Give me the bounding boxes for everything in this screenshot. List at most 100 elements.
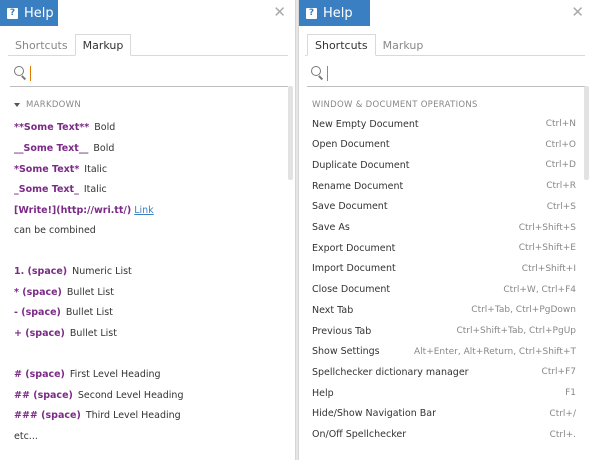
markup-syntax: [Write!](http://wri.tt/) — [14, 205, 132, 216]
search-underline — [10, 86, 288, 87]
shortcut-key: Ctrl+/ — [549, 408, 576, 419]
markup-syntax: _Some Text_ — [14, 184, 79, 195]
shortcut-key: Alt+Enter, Alt+Return, Ctrl+Shift+T — [414, 346, 576, 357]
markup-row: ### (space) Third Level Heading — [14, 410, 181, 421]
tab-shortcuts[interactable]: Shortcuts — [8, 34, 75, 56]
markup-syntax: *Some Text* — [14, 164, 80, 175]
markup-note: can be combined — [14, 225, 96, 236]
shortcut-row[interactable]: Save Document Ctrl+S — [312, 200, 576, 214]
shortcut-row[interactable]: Spellchecker dictionary manager Ctrl+F7 — [312, 365, 576, 379]
section-header-markdown[interactable]: MARKDOWN — [14, 100, 81, 110]
markup-syntax: - (space) — [14, 307, 61, 318]
markup-row: * (space) Bullet List — [14, 287, 114, 298]
shortcut-name: Spellchecker dictionary manager — [312, 366, 469, 378]
search-input[interactable] — [36, 64, 276, 82]
markup-row: ## (space) Second Level Heading — [14, 390, 183, 401]
shortcut-name: Previous Tab — [312, 325, 372, 337]
shortcut-key: Ctrl+Shift+I — [521, 263, 576, 274]
markup-description: First Level Heading — [69, 369, 161, 380]
tab-markup[interactable]: Markup — [74, 34, 132, 56]
search-underline — [307, 86, 585, 87]
markup-description: Bullet List — [66, 287, 114, 298]
shortcut-row[interactable]: Rename Document Ctrl+R — [312, 179, 576, 193]
shortcut-name: Rename Document — [312, 180, 404, 192]
tab-bar: Shortcuts Markup — [307, 34, 430, 56]
help-icon: ? — [7, 7, 18, 19]
shortcut-row[interactable]: New Empty Document Ctrl+N — [312, 117, 576, 131]
markup-syntax: * (space) — [14, 287, 62, 298]
markup-row: [Write!](http://wri.tt/) Link — [14, 205, 154, 216]
example-link[interactable]: Link — [134, 205, 153, 216]
text-caret — [30, 65, 31, 81]
markup-row: can be combined — [14, 225, 96, 236]
markup-syntax: **Some Text** — [14, 122, 90, 133]
help-icon: ? — [306, 7, 317, 19]
markup-description: Third Level Heading — [85, 410, 181, 421]
shortcut-row[interactable]: Import Document Ctrl+Shift+I — [312, 262, 576, 276]
markup-syntax: + (space) — [14, 328, 65, 339]
markup-row: __Some Text__ Bold — [14, 143, 114, 154]
search-icon — [311, 66, 325, 80]
markup-row: + (space) Bullet List — [14, 328, 117, 339]
markup-syntax: __Some Text__ — [14, 143, 89, 154]
shortcut-name: Close Document — [312, 284, 391, 296]
markup-note: etc... — [14, 431, 38, 442]
section-title: MARKDOWN — [26, 100, 82, 110]
shortcut-name: Hide/Show Navigation Bar — [312, 408, 437, 420]
shortcut-row[interactable]: Export Document Ctrl+Shift+E — [312, 241, 576, 255]
close-icon[interactable]: ✕ — [273, 4, 286, 20]
shortcut-name: Next Tab — [312, 304, 354, 316]
markup-description: Bullet List — [65, 307, 113, 318]
markup-row: # (space) First Level Heading — [14, 369, 161, 380]
shortcut-key: Ctrl+Shift+Tab, Ctrl+PgUp — [456, 326, 576, 336]
markup-description: Numeric List — [72, 266, 132, 277]
markup-row: **Some Text** Bold — [14, 122, 115, 133]
markup-syntax: ## (space) — [14, 390, 73, 401]
markup-syntax: # (space) — [14, 369, 65, 380]
scrollbar[interactable] — [288, 86, 293, 180]
search-bar — [10, 62, 288, 84]
shortcut-row[interactable]: Hide/Show Navigation Bar Ctrl+/ — [312, 407, 576, 421]
markup-description: Bold — [93, 143, 115, 154]
collapse-triangle-icon[interactable] — [14, 103, 20, 107]
shortcut-key: Ctrl+S — [546, 201, 576, 212]
markup-row: *Some Text* Italic — [14, 164, 107, 175]
shortcut-name: Export Document — [312, 242, 396, 254]
shortcut-row[interactable]: Next Tab Ctrl+Tab, Ctrl+PgDown — [312, 303, 576, 317]
shortcut-key: Ctrl+Shift+E — [518, 243, 576, 254]
shortcut-key: Ctrl+R — [546, 181, 576, 192]
shortcut-row[interactable]: On/Off Spellchecker Ctrl+. — [312, 428, 576, 442]
markup-description: Second Level Heading — [77, 390, 184, 401]
shortcut-key: Ctrl+Tab, Ctrl+PgDown — [471, 305, 576, 316]
text-caret — [327, 65, 328, 81]
markup-row: etc... — [14, 431, 38, 442]
shortcut-name: Duplicate Document — [312, 159, 410, 171]
markup-row: _Some Text_ Italic — [14, 184, 107, 195]
tab-markup[interactable]: Markup — [376, 34, 431, 56]
shortcut-row[interactable]: Show Settings Alt+Enter, Alt+Return, Ctrl… — [312, 345, 576, 359]
shortcut-name: New Empty Document — [312, 118, 419, 130]
shortcut-row[interactable]: Save As Ctrl+Shift+S — [312, 221, 576, 235]
section-title-window-operations: WINDOW & DOCUMENT OPERATIONS — [312, 100, 478, 110]
markup-row: 1. (space) Numeric List — [14, 266, 132, 277]
tab-shortcuts[interactable]: Shortcuts — [307, 34, 376, 56]
shortcut-key: Ctrl+W, Ctrl+F4 — [503, 284, 576, 295]
help-panel-shortcuts: ? Help ✕ Shortcuts Markup WINDOW & DOCUM… — [298, 0, 593, 460]
shortcut-key: Ctrl+. — [549, 429, 576, 440]
shortcut-row[interactable]: Duplicate Document Ctrl+D — [312, 158, 576, 172]
tab-bar: Shortcuts Markup — [8, 34, 132, 56]
shortcut-row[interactable]: Previous Tab Ctrl+Shift+Tab, Ctrl+PgUp — [312, 324, 576, 338]
shortcut-row[interactable]: Help F1 — [312, 386, 576, 400]
markup-row: - (space) Bullet List — [14, 307, 113, 318]
scrollbar[interactable] — [584, 86, 589, 180]
shortcut-name: Save As — [312, 222, 350, 233]
shortcut-row[interactable]: Open Document Ctrl+O — [312, 138, 576, 152]
shortcut-row[interactable]: Close Document Ctrl+W, Ctrl+F4 — [312, 283, 576, 297]
markup-description: Italic — [84, 164, 108, 175]
close-icon[interactable]: ✕ — [571, 4, 584, 20]
shortcut-name: Import Document — [312, 263, 396, 275]
markup-syntax: 1. (space) — [14, 266, 68, 277]
markup-description: Bullet List — [69, 328, 117, 339]
tab-divider — [8, 55, 288, 56]
search-input[interactable] — [333, 64, 573, 82]
